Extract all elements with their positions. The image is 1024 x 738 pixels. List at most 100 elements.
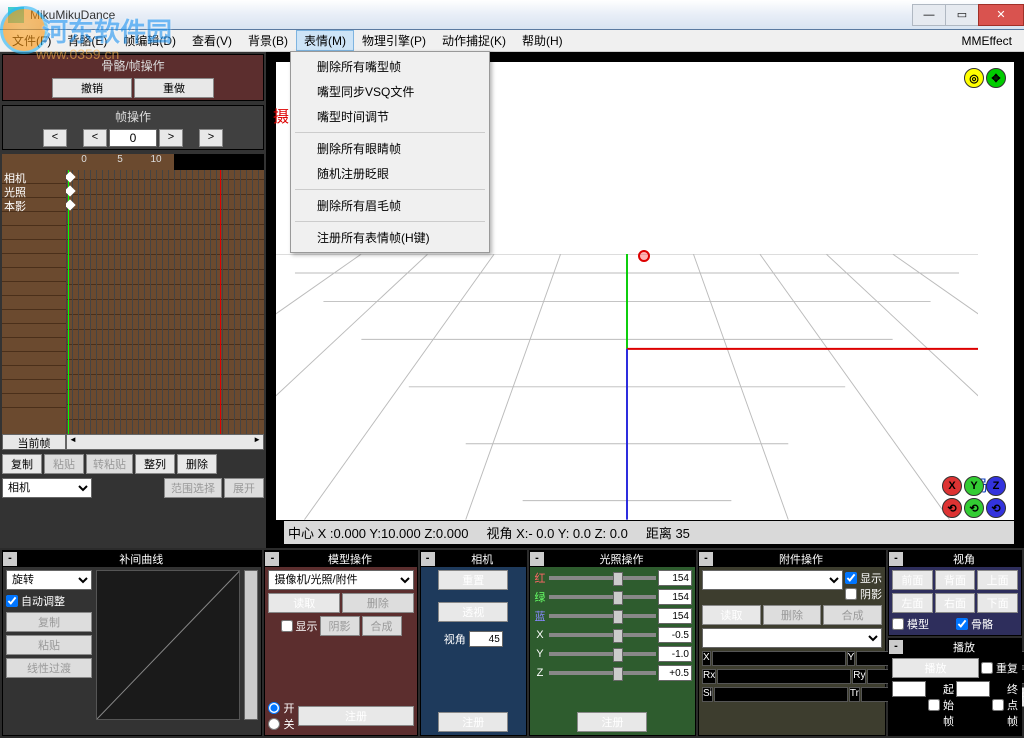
frame-number-input[interactable]	[109, 129, 157, 147]
menu-mmeffect[interactable]: MMEffect	[962, 34, 1020, 48]
camera-reset-button[interactable]: 重置	[438, 570, 508, 590]
light-x-slider[interactable]	[549, 633, 656, 637]
dd-del-brow[interactable]: 删除所有眉毛帧	[293, 193, 487, 218]
paste-flip-button[interactable]: 转粘贴	[86, 454, 133, 474]
model-select[interactable]: 摄像机/光照/附件	[268, 570, 413, 590]
track-shadow[interactable]: 本影	[2, 198, 66, 212]
paste-button[interactable]: 粘贴	[44, 454, 84, 474]
light-register-button[interactable]: 注册	[577, 712, 647, 732]
acc-parent-select[interactable]	[702, 628, 882, 648]
redo-button[interactable]: 重做	[134, 78, 214, 98]
expand-button[interactable]: 展开	[224, 478, 264, 498]
keyframe-icon[interactable]	[66, 171, 76, 182]
menu-mocap[interactable]: 动作捕捉(K)	[434, 30, 514, 51]
dd-mouth-time[interactable]: 嘴型时间调节	[293, 104, 487, 129]
light-x-input[interactable]	[658, 627, 692, 643]
frame-first-button[interactable]: <	[43, 129, 67, 147]
undo-button[interactable]: 撤销	[52, 78, 132, 98]
light-y-input[interactable]	[658, 646, 692, 662]
frame-next-button[interactable]: >	[159, 129, 183, 147]
dd-reg-all[interactable]: 注册所有表情帧(H键)	[293, 225, 487, 250]
curve-editor[interactable]	[96, 570, 240, 720]
panel-minimize-icon[interactable]: -	[265, 552, 279, 566]
pan-icon[interactable]: ✥	[986, 68, 1006, 88]
curve-type-select[interactable]: 旋转	[6, 570, 92, 590]
play-button[interactable]: 播放	[892, 658, 979, 678]
menu-bg[interactable]: 背景(B)	[240, 30, 296, 51]
orbit-icon[interactable]: ◎	[964, 68, 984, 88]
acc-x-input[interactable]	[712, 651, 846, 666]
dd-del-eye[interactable]: 删除所有眼睛帧	[293, 136, 487, 161]
curve-slider[interactable]	[244, 570, 258, 720]
view-right-button[interactable]: 右面	[935, 593, 976, 613]
timeline-grid[interactable]	[66, 170, 264, 434]
model-show-checkbox[interactable]: 显示	[281, 616, 318, 636]
light-b-slider[interactable]	[549, 614, 656, 618]
curve-paste-button[interactable]: 粘贴	[6, 635, 92, 655]
rot-x-icon[interactable]: ⟲	[942, 498, 962, 518]
start-checkbox[interactable]: 起始帧	[928, 681, 954, 729]
auto-adjust-checkbox[interactable]: 自动调整	[6, 593, 92, 609]
end-frame-input[interactable]	[956, 681, 990, 697]
view-left-button[interactable]: 左面	[892, 593, 933, 613]
menu-expression[interactable]: 表情(M)	[296, 30, 354, 51]
curve-copy-button[interactable]: 复制	[6, 612, 92, 632]
track-light[interactable]: 光照	[2, 184, 66, 198]
panel-minimize-icon[interactable]: -	[3, 552, 17, 566]
model-compose-button[interactable]: 合成	[362, 616, 402, 636]
start-frame-input[interactable]	[892, 681, 926, 697]
camera-register-button[interactable]: 注册	[438, 712, 508, 732]
copy-button[interactable]: 复制	[2, 454, 42, 474]
axis-z-icon[interactable]: Z	[986, 476, 1006, 496]
acc-compose-button[interactable]: 合成	[823, 605, 882, 625]
panel-minimize-icon[interactable]: -	[889, 640, 903, 654]
light-z-slider[interactable]	[549, 671, 656, 675]
acc-select[interactable]	[702, 570, 843, 590]
delete-button[interactable]: 删除	[177, 454, 217, 474]
acc-shadow-checkbox[interactable]: 阴影	[845, 586, 882, 602]
camera-persp-button[interactable]: 透视	[438, 602, 508, 622]
frame-last-button[interactable]: >	[199, 129, 223, 147]
rot-z-icon[interactable]: ⟲	[986, 498, 1006, 518]
light-g-input[interactable]	[658, 589, 692, 605]
model-off-radio[interactable]: 关	[268, 716, 294, 732]
axis-y-icon[interactable]: Y	[964, 476, 984, 496]
view-top-button[interactable]: 上面	[977, 570, 1018, 590]
light-y-slider[interactable]	[549, 652, 656, 656]
model-on-radio[interactable]: 开	[268, 700, 294, 716]
acc-delete-button[interactable]: 删除	[763, 605, 822, 625]
repeat-checkbox[interactable]: 重复	[981, 658, 1018, 678]
acc-rx-input[interactable]	[717, 669, 851, 684]
menu-physics[interactable]: 物理引擎(P)	[354, 30, 434, 51]
keyframe-icon[interactable]	[66, 185, 76, 196]
window-minimize[interactable]: —	[912, 4, 946, 26]
light-r-slider[interactable]	[549, 576, 656, 580]
dd-del-mouth[interactable]: 删除所有嘴型帧	[293, 54, 487, 79]
rot-y-icon[interactable]: ⟲	[964, 498, 984, 518]
frame-prev-button[interactable]: <	[83, 129, 107, 147]
view-bottom-button[interactable]: 下面	[977, 593, 1018, 613]
view-back-button[interactable]: 背面	[935, 570, 976, 590]
model-register-button[interactable]: 注册	[298, 706, 413, 726]
view-bone-checkbox[interactable]: 骨骼	[956, 616, 1018, 632]
panel-minimize-icon[interactable]: -	[889, 552, 903, 566]
light-r-input[interactable]	[658, 570, 692, 586]
panel-minimize-icon[interactable]: -	[699, 552, 713, 566]
timeline[interactable]: 0510 相机 光照 本影 当前帧	[2, 154, 264, 450]
window-close[interactable]: ✕	[978, 4, 1024, 26]
timeline-scrollbar[interactable]	[66, 434, 264, 450]
view-front-button[interactable]: 前面	[892, 570, 933, 590]
keyframe-icon[interactable]	[66, 199, 76, 210]
model-read-button[interactable]: 读取	[268, 593, 340, 613]
panel-minimize-icon[interactable]: -	[530, 552, 544, 566]
acc-si-input[interactable]	[714, 687, 848, 702]
panel-minimize-icon[interactable]: -	[421, 552, 435, 566]
acc-show-checkbox[interactable]: 显示	[845, 570, 882, 586]
dd-rand-blink[interactable]: 随机注册眨眼	[293, 161, 487, 186]
acc-read-button[interactable]: 读取	[702, 605, 761, 625]
view-model-checkbox[interactable]: 模型	[892, 616, 954, 632]
align-button[interactable]: 整列	[135, 454, 175, 474]
dd-sync-vsq[interactable]: 嘴型同步VSQ文件	[293, 79, 487, 104]
axis-x-icon[interactable]: X	[942, 476, 962, 496]
menu-view[interactable]: 查看(V)	[184, 30, 240, 51]
